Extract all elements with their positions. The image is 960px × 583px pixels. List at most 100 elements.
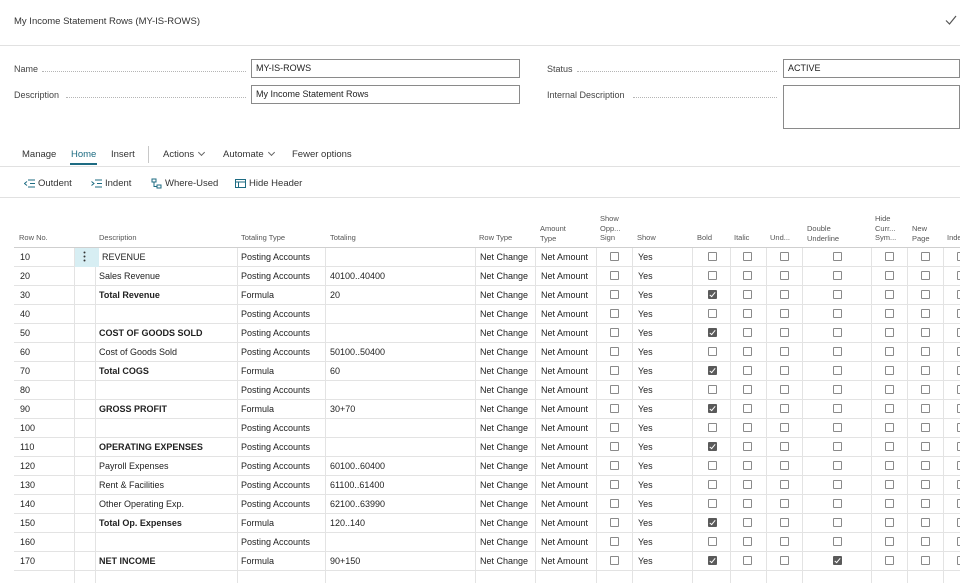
col-totaling-type[interactable]: Totaling Type xyxy=(241,233,285,243)
cell-row-type[interactable]: Net Change xyxy=(480,385,528,395)
checkbox-hide-currency-symbol[interactable] xyxy=(885,499,894,508)
table-row[interactable]: 20 Sales Revenue Posting Accounts 40100..40… xyxy=(14,267,960,286)
cell-totaling-type[interactable]: Posting Accounts xyxy=(241,480,310,490)
checkbox-new-page[interactable] xyxy=(921,404,930,413)
checkbox-hide-currency-symbol[interactable] xyxy=(885,271,894,280)
cell-row-type[interactable]: Net Change xyxy=(480,556,528,566)
cell-show[interactable]: Yes xyxy=(638,499,653,509)
col-row-no[interactable]: Row No. xyxy=(19,233,48,243)
checkbox-hide-currency-symbol[interactable] xyxy=(885,366,894,375)
table-row[interactable]: 60 Cost of Goods Sold Posting Accounts 5010… xyxy=(14,343,960,362)
cell-amount-type[interactable]: Net Amount xyxy=(541,252,588,262)
col-row-type[interactable]: Row Type xyxy=(479,233,512,243)
checkbox-italic[interactable] xyxy=(743,556,752,565)
cell-amount-type[interactable]: Net Amount xyxy=(541,271,588,281)
checkbox-show-opp-sign[interactable] xyxy=(610,347,619,356)
checkbox-italic[interactable] xyxy=(743,537,752,546)
checkbox-bold[interactable] xyxy=(708,309,717,318)
cell-row-no[interactable]: 50 xyxy=(20,328,30,338)
cell-row-no[interactable]: 100 xyxy=(20,423,35,433)
checkbox-new-page[interactable] xyxy=(921,328,930,337)
cell-amount-type[interactable]: Net Amount xyxy=(541,480,588,490)
cell-row-no[interactable]: 130 xyxy=(20,480,35,490)
checkbox-new-page[interactable] xyxy=(921,252,930,261)
checkbox-double-underline[interactable] xyxy=(833,290,842,299)
checkbox-double-underline[interactable] xyxy=(833,404,842,413)
cell-show[interactable]: Yes xyxy=(638,442,653,452)
checkbox-new-page[interactable] xyxy=(921,499,930,508)
checkbox-show-opp-sign[interactable] xyxy=(610,328,619,337)
cell-row-type[interactable]: Net Change xyxy=(480,290,528,300)
cell-totaling-type[interactable]: Formula xyxy=(241,556,274,566)
checkbox-hide-currency-symbol[interactable] xyxy=(885,252,894,261)
checkbox-show-opp-sign[interactable] xyxy=(610,404,619,413)
checkbox-double-underline[interactable] xyxy=(833,366,842,375)
checkbox-underline[interactable] xyxy=(780,537,789,546)
checkbox-show-opp-sign[interactable] xyxy=(610,309,619,318)
cell-totaling[interactable]: 60100..60400 xyxy=(330,461,385,471)
checkbox-new-page[interactable] xyxy=(921,385,930,394)
checkbox-bold[interactable] xyxy=(708,404,717,413)
checkbox-bold[interactable] xyxy=(708,290,717,299)
cell-show[interactable]: Yes xyxy=(638,366,653,376)
checkbox-hide-currency-symbol[interactable] xyxy=(885,518,894,527)
cell-show[interactable]: Yes xyxy=(638,537,653,547)
cell-show[interactable]: Yes xyxy=(638,252,653,262)
cell-description[interactable]: OPERATING EXPENSES xyxy=(99,442,203,452)
cell-totaling[interactable]: 120..140 xyxy=(330,518,365,528)
checkbox-underline[interactable] xyxy=(780,423,789,432)
cell-row-no[interactable]: 90 xyxy=(20,404,30,414)
checkbox-italic[interactable] xyxy=(743,461,752,470)
cell-amount-type[interactable]: Net Amount xyxy=(541,290,588,300)
cell-description[interactable]: REVENUE xyxy=(102,252,146,262)
checkbox-italic[interactable] xyxy=(743,480,752,489)
checkbox-show-opp-sign[interactable] xyxy=(610,385,619,394)
checkbox-show-opp-sign[interactable] xyxy=(610,537,619,546)
checkbox-show-opp-sign[interactable] xyxy=(610,480,619,489)
col-indentation[interactable]: Inde xyxy=(947,233,960,243)
checkbox-underline[interactable] xyxy=(780,328,789,337)
cell-row-no[interactable]: 70 xyxy=(20,366,30,376)
table-row[interactable]: 130 Rent & Facilities Posting Accounts 6110… xyxy=(14,476,960,495)
checkbox-italic[interactable] xyxy=(743,518,752,527)
cell-row-no[interactable]: 40 xyxy=(20,309,30,319)
checkbox-underline[interactable] xyxy=(780,271,789,280)
checkbox-show-opp-sign[interactable] xyxy=(610,366,619,375)
checkbox-italic[interactable] xyxy=(743,309,752,318)
checkbox-underline[interactable] xyxy=(780,290,789,299)
checkbox-new-page[interactable] xyxy=(921,423,930,432)
checkbox-bold[interactable] xyxy=(708,461,717,470)
cell-row-type[interactable]: Net Change xyxy=(480,366,528,376)
checkbox-new-page[interactable] xyxy=(921,461,930,470)
checkbox-double-underline[interactable] xyxy=(833,442,842,451)
cell-totaling[interactable]: 90+150 xyxy=(330,556,360,566)
checkbox-show-opp-sign[interactable] xyxy=(610,423,619,432)
tab-home[interactable]: Home xyxy=(71,149,96,160)
checkbox-italic[interactable] xyxy=(743,499,752,508)
cell-totaling-type[interactable]: Posting Accounts xyxy=(241,423,310,433)
cell-description[interactable]: GROSS PROFIT xyxy=(99,404,167,414)
cell-amount-type[interactable]: Net Amount xyxy=(541,309,588,319)
cell-description[interactable]: Total Revenue xyxy=(99,290,160,300)
table-row[interactable]: 40 Posting Accounts Net Change Net Amount Ye… xyxy=(14,305,960,324)
outdent-button[interactable]: Outdent xyxy=(24,178,72,189)
col-bold[interactable]: Bold xyxy=(697,233,712,243)
cell-amount-type[interactable]: Net Amount xyxy=(541,556,588,566)
table-row[interactable]: 30 Total Revenue Formula 20 Net Change Net Am… xyxy=(14,286,960,305)
checkbox-new-page[interactable] xyxy=(921,442,930,451)
cell-totaling-type[interactable]: Posting Accounts xyxy=(241,309,310,319)
cell-totaling-type[interactable]: Posting Accounts xyxy=(241,252,310,262)
cell-totaling-type[interactable]: Posting Accounts xyxy=(241,347,310,357)
checkbox-italic[interactable] xyxy=(743,442,752,451)
checkbox-italic[interactable] xyxy=(743,290,752,299)
checkbox-underline[interactable] xyxy=(780,461,789,470)
cell-totaling-type[interactable]: Posting Accounts xyxy=(241,537,310,547)
checkbox-bold[interactable] xyxy=(708,442,717,451)
checkbox-new-page[interactable] xyxy=(921,309,930,318)
checkbox-hide-currency-symbol[interactable] xyxy=(885,442,894,451)
cell-amount-type[interactable]: Net Amount xyxy=(541,366,588,376)
checkbox-new-page[interactable] xyxy=(921,366,930,375)
cell-totaling[interactable]: 30+70 xyxy=(330,404,355,414)
checkbox-bold[interactable] xyxy=(708,271,717,280)
checkbox-hide-currency-symbol[interactable] xyxy=(885,537,894,546)
